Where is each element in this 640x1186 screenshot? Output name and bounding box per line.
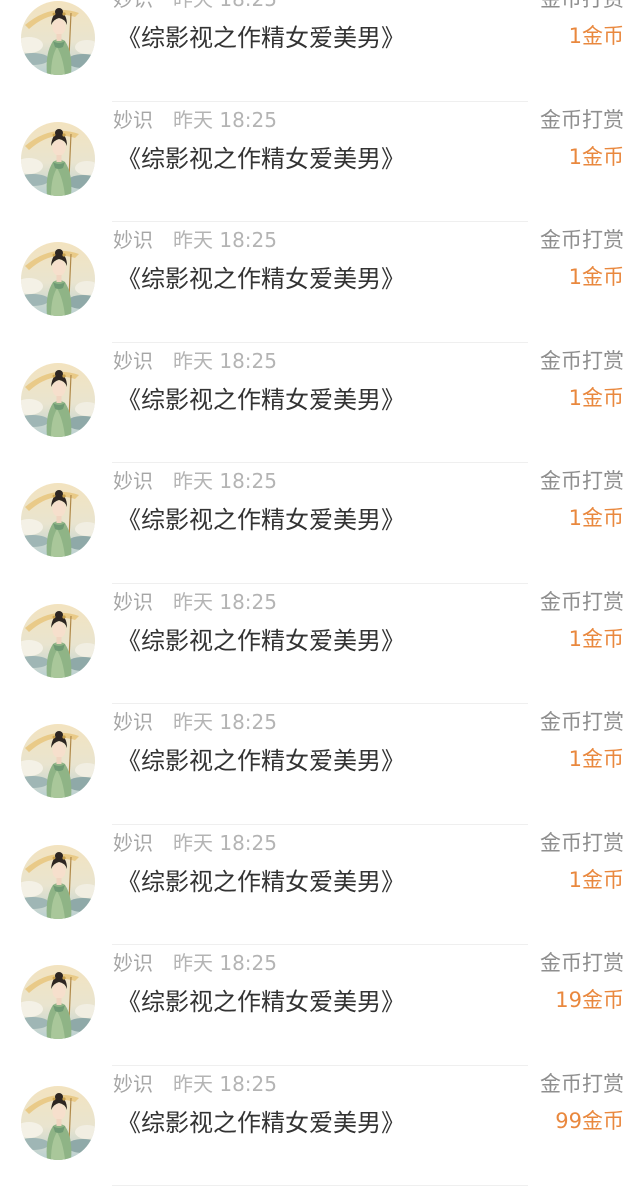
reward-amount: 1金币: [569, 26, 624, 47]
reward-type: 金币打赏: [540, 471, 624, 492]
book-title: 《综影视之作精女爱美男》: [117, 267, 405, 291]
avatar-woman-with-parasol-icon: [21, 604, 95, 678]
book-title: 《综影视之作精女爱美男》: [117, 388, 405, 412]
avatar-woman-with-parasol-icon: [21, 122, 95, 196]
avatar[interactable]: [21, 965, 95, 1039]
reward-type: 金币打赏: [540, 592, 624, 613]
book-title: 《综影视之作精女爱美男》: [117, 870, 405, 894]
reward-time: 昨天 18:25: [173, 1074, 277, 1094]
user-name: 妙识: [113, 592, 153, 612]
user-name: 妙识: [113, 712, 153, 732]
user-name: 妙识: [113, 953, 153, 973]
avatar[interactable]: [21, 845, 95, 919]
reward-amount: 99金币: [555, 1111, 624, 1132]
reward-time: 昨天 18:25: [173, 592, 277, 612]
reward-type: 金币打赏: [540, 953, 624, 974]
avatar-woman-with-parasol-icon: [21, 1, 95, 75]
avatar[interactable]: [21, 724, 95, 798]
avatar[interactable]: [21, 1086, 95, 1160]
reward-time: 昨天 18:25: [173, 471, 277, 491]
reward-amount: 1金币: [569, 147, 624, 168]
list-item[interactable]: 妙识 昨天 18:25 《综影视之作精女爱美男》 金币打赏 1金币: [0, 463, 640, 584]
book-title: 《综影视之作精女爱美男》: [117, 749, 405, 773]
reward-time: 昨天 18:25: [173, 230, 277, 250]
reward-amount: 1金币: [569, 870, 624, 891]
reward-amount: 1金币: [569, 267, 624, 288]
user-name: 妙识: [113, 0, 153, 9]
reward-time: 昨天 18:25: [173, 833, 277, 853]
avatar[interactable]: [21, 242, 95, 316]
user-name: 妙识: [113, 471, 153, 491]
book-title: 《综影视之作精女爱美男》: [117, 1111, 405, 1135]
reward-list: 妙识 昨天 18:25 《综影视之作精女爱美男》 金币打赏 1金币 妙识 昨天 …: [0, 0, 640, 1186]
avatar[interactable]: [21, 483, 95, 557]
reward-time: 昨天 18:25: [173, 0, 277, 9]
reward-type: 金币打赏: [540, 833, 624, 854]
book-title: 《综影视之作精女爱美男》: [117, 508, 405, 532]
reward-amount: 1金币: [569, 749, 624, 770]
avatar-woman-with-parasol-icon: [21, 483, 95, 557]
list-item[interactable]: 妙识 昨天 18:25 《综影视之作精女爱美男》 金币打赏 99金币: [0, 1066, 640, 1186]
reward-amount: 1金币: [569, 629, 624, 650]
book-title: 《综影视之作精女爱美男》: [117, 147, 405, 171]
avatar[interactable]: [21, 604, 95, 678]
user-name: 妙识: [113, 1074, 153, 1094]
list-item[interactable]: 妙识 昨天 18:25 《综影视之作精女爱美男》 金币打赏 1金币: [0, 704, 640, 825]
list-item[interactable]: 妙识 昨天 18:25 《综影视之作精女爱美男》 金币打赏 1金币: [0, 343, 640, 464]
avatar-woman-with-parasol-icon: [21, 363, 95, 437]
reward-type: 金币打赏: [540, 230, 624, 251]
book-title: 《综影视之作精女爱美男》: [117, 990, 405, 1014]
user-name: 妙识: [113, 110, 153, 130]
book-title: 《综影视之作精女爱美男》: [117, 26, 405, 50]
list-item[interactable]: 妙识 昨天 18:25 《综影视之作精女爱美男》 金币打赏 1金币: [0, 0, 640, 102]
reward-time: 昨天 18:25: [173, 712, 277, 732]
reward-amount: 1金币: [569, 508, 624, 529]
avatar-woman-with-parasol-icon: [21, 965, 95, 1039]
reward-type: 金币打赏: [540, 0, 624, 10]
list-item[interactable]: 妙识 昨天 18:25 《综影视之作精女爱美男》 金币打赏 19金币: [0, 945, 640, 1066]
list-item[interactable]: 妙识 昨天 18:25 《综影视之作精女爱美男》 金币打赏 1金币: [0, 222, 640, 343]
list-item[interactable]: 妙识 昨天 18:25 《综影视之作精女爱美男》 金币打赏 1金币: [0, 102, 640, 223]
book-title: 《综影视之作精女爱美男》: [117, 629, 405, 653]
reward-time: 昨天 18:25: [173, 953, 277, 973]
reward-type: 金币打赏: [540, 1074, 624, 1095]
avatar-woman-with-parasol-icon: [21, 845, 95, 919]
avatar-woman-with-parasol-icon: [21, 242, 95, 316]
reward-type: 金币打赏: [540, 712, 624, 733]
avatar[interactable]: [21, 363, 95, 437]
avatar[interactable]: [21, 122, 95, 196]
user-name: 妙识: [113, 351, 153, 371]
reward-time: 昨天 18:25: [173, 351, 277, 371]
avatar-woman-with-parasol-icon: [21, 724, 95, 798]
avatar-woman-with-parasol-icon: [21, 1086, 95, 1160]
reward-amount: 1金币: [569, 388, 624, 409]
reward-time: 昨天 18:25: [173, 110, 277, 130]
user-name: 妙识: [113, 833, 153, 853]
user-name: 妙识: [113, 230, 153, 250]
reward-amount: 19金币: [555, 990, 624, 1011]
list-item[interactable]: 妙识 昨天 18:25 《综影视之作精女爱美男》 金币打赏 1金币: [0, 584, 640, 705]
reward-type: 金币打赏: [540, 110, 624, 131]
list-item[interactable]: 妙识 昨天 18:25 《综影视之作精女爱美男》 金币打赏 1金币: [0, 825, 640, 946]
avatar[interactable]: [21, 1, 95, 75]
reward-type: 金币打赏: [540, 351, 624, 372]
